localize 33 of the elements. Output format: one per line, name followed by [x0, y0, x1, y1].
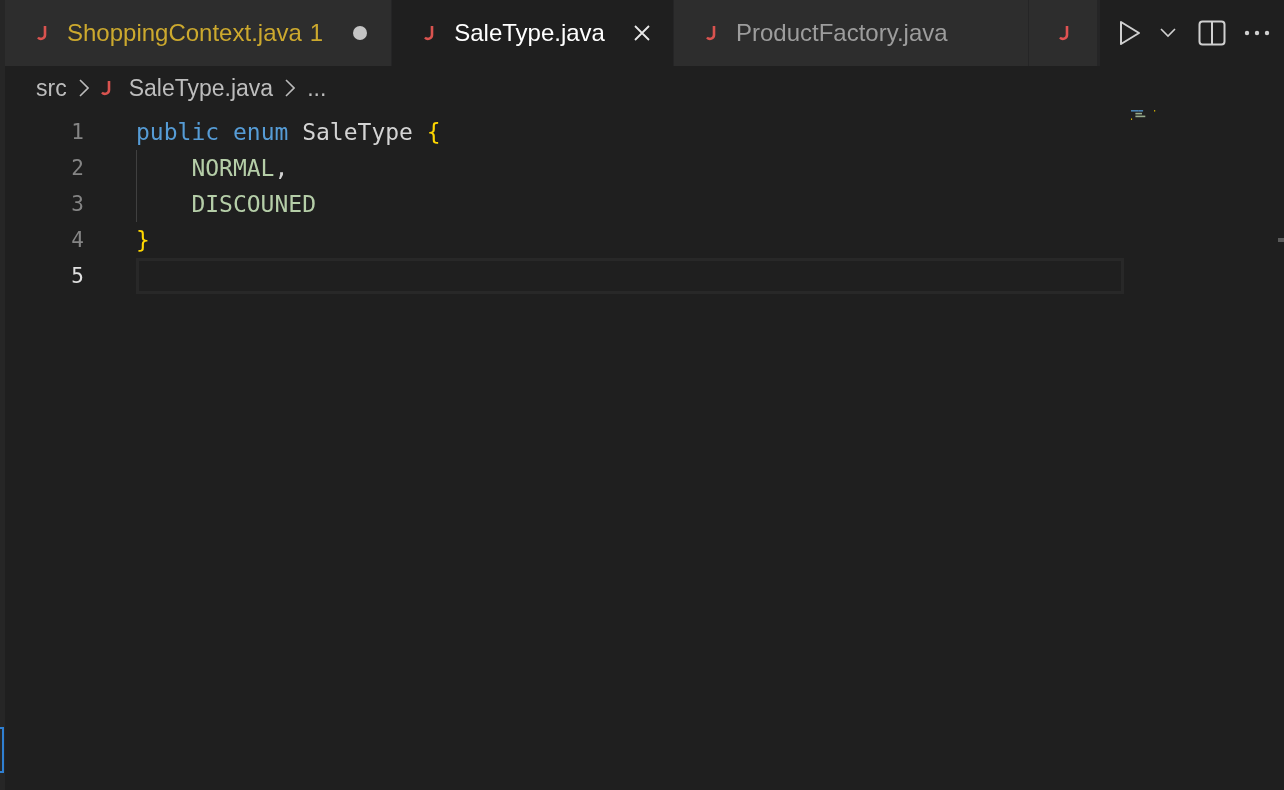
code-line: DISCOUNED	[190, 191, 316, 217]
java-file-icon	[37, 24, 49, 42]
editor-tab[interactable]: SaleType.java	[392, 0, 674, 66]
problem-count: 1	[309, 19, 324, 47]
chevron-down-icon[interactable]	[1160, 28, 1176, 38]
java-file-icon	[100, 79, 113, 97]
run-icon[interactable]	[1118, 20, 1142, 46]
focus-indicator	[0, 727, 4, 773]
tab-label: ShoppingContext.java	[67, 19, 302, 47]
chevron-right-icon	[285, 79, 296, 97]
line-number: 2	[70, 156, 84, 180]
breadcrumb-item[interactable]: ...	[307, 74, 327, 102]
more-actions-icon[interactable]	[1244, 30, 1270, 36]
java-file-icon	[705, 24, 718, 42]
line-number: 3	[70, 192, 84, 216]
code-line: }	[136, 227, 150, 253]
split-editor-icon[interactable]	[1198, 20, 1226, 46]
tab-label: SaleType.java	[454, 19, 605, 47]
tab-label: ProductFactory.java	[735, 19, 948, 47]
close-icon[interactable]	[632, 24, 651, 42]
code-line: NORMAL,	[190, 155, 289, 181]
line-number: 5	[70, 264, 84, 288]
scrollbar-marker	[1278, 238, 1284, 242]
unsaved-dot-icon[interactable]	[351, 24, 370, 42]
chevron-right-icon	[78, 79, 89, 97]
java-file-icon	[1058, 24, 1071, 42]
breadcrumb-item[interactable]: src	[36, 74, 67, 102]
breadcrumb-item[interactable]: SaleType.java	[128, 74, 274, 102]
code-line: public enum SaleType {	[136, 119, 441, 145]
editor-tab[interactable]: ShoppingContext.java 1	[5, 0, 393, 66]
line-number: 1	[70, 120, 84, 144]
line-number: 4	[70, 228, 84, 252]
editor-tab[interactable]: ProductFactory.java	[673, 0, 1029, 66]
